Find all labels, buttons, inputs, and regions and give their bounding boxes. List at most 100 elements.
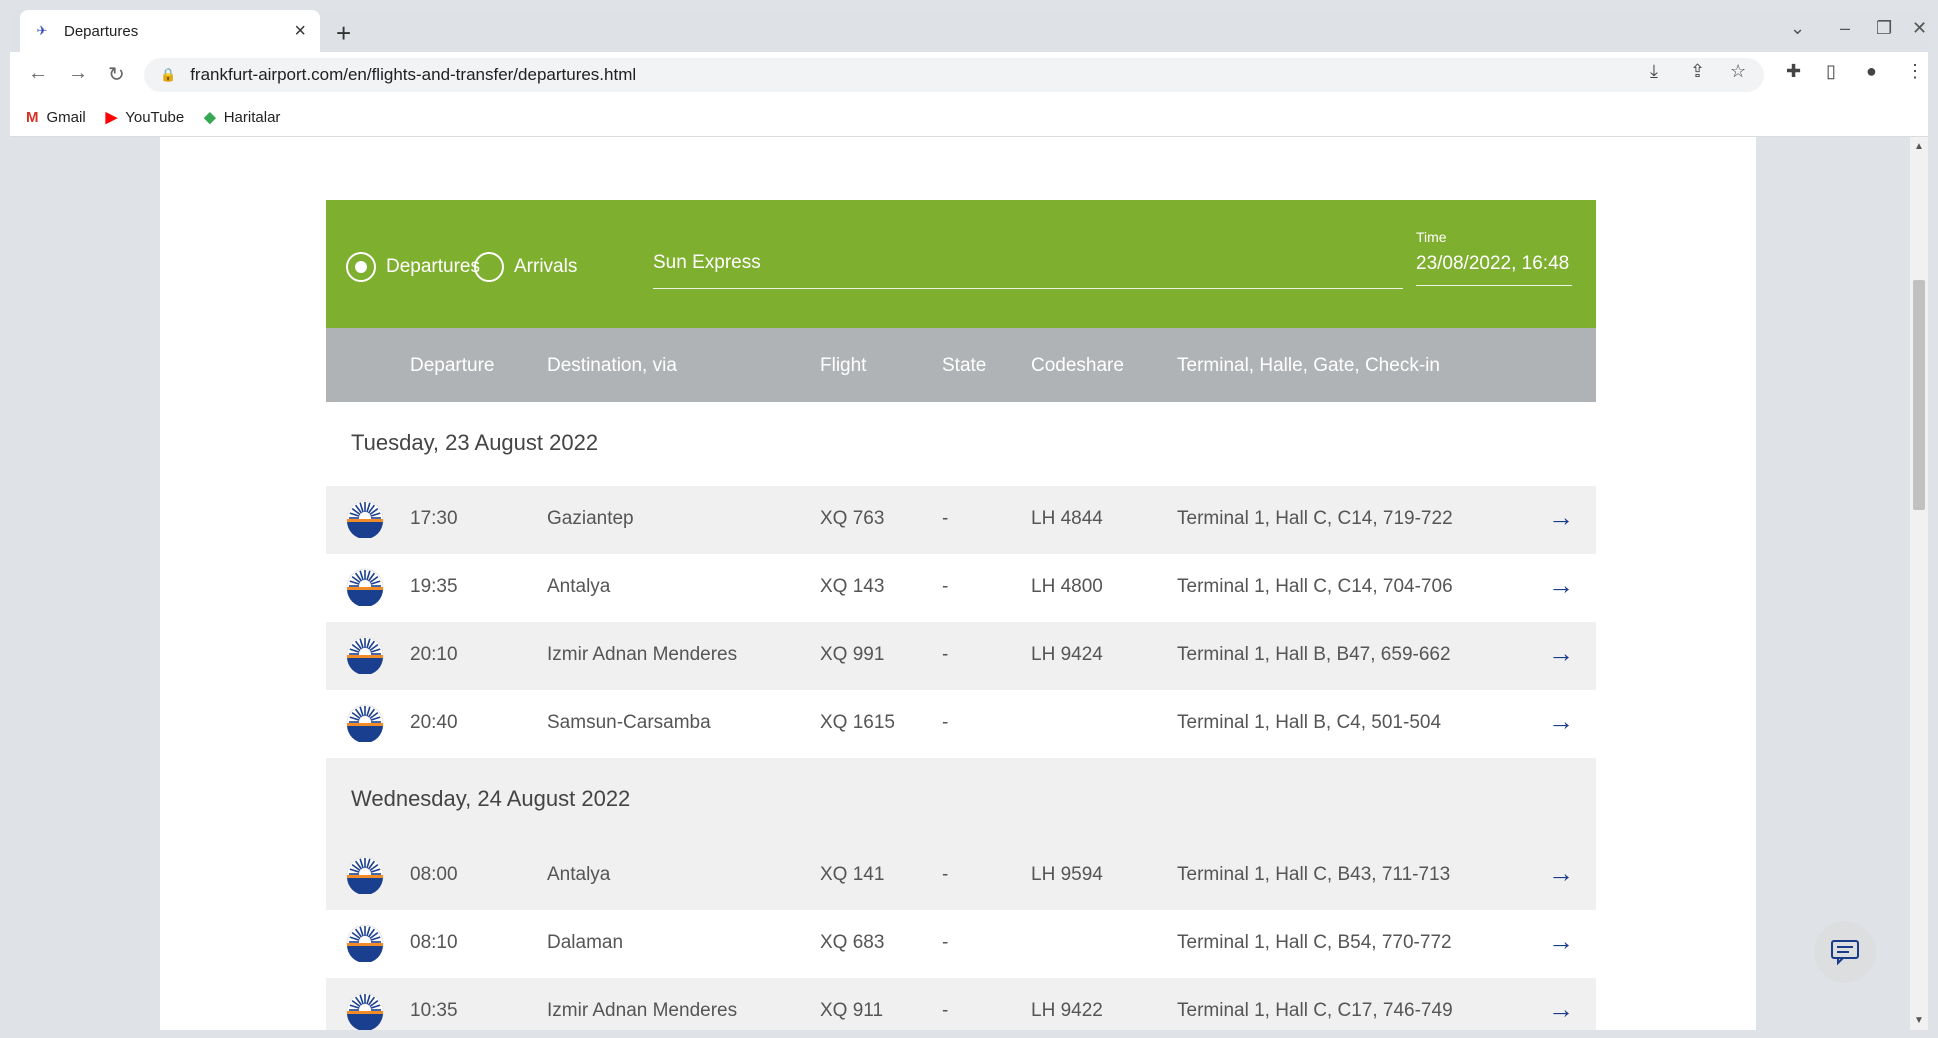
destination: Samsun-Carsamba: [547, 712, 711, 733]
col-departure[interactable]: Departure: [410, 355, 495, 377]
col-terminal[interactable]: Terminal, Halle, Gate, Check-in: [1177, 355, 1440, 377]
details-arrow-icon[interactable]: →: [1548, 570, 1574, 601]
flight-row[interactable]: 20:10 Izmir Adnan Menderes XQ 991 - LH 9424 T…: [326, 622, 1596, 690]
scroll-down-icon[interactable]: ▼: [1914, 1015, 1924, 1026]
col-destination[interactable]: Destination, via: [547, 355, 677, 377]
destination: Dalaman: [547, 932, 624, 953]
flight-row[interactable]: 08:10 Dalaman XQ 683 - Terminal 1, Hall C, B…: [326, 910, 1596, 978]
flight-number: XQ 763: [820, 508, 885, 529]
codeshare: LH 4800: [1031, 576, 1103, 597]
close-tab-icon[interactable]: ×: [294, 20, 306, 43]
departure-time: 08:00: [410, 864, 458, 885]
departure-time: 20:10: [410, 644, 458, 665]
tab-departures[interactable]: ✈ Departures ×: [20, 10, 320, 52]
scroll-up-icon[interactable]: ▲: [1914, 141, 1924, 152]
details-arrow-icon[interactable]: →: [1548, 926, 1574, 957]
bookmarks-bar: M Gmail ▶ YouTube ◆ Haritalar: [10, 98, 1928, 137]
page-content: Departures Arrivals Sun Express Time 23/…: [160, 137, 1876, 1030]
flight-number: XQ 143: [820, 576, 885, 597]
codeshare: LH 9424: [1031, 644, 1103, 665]
details-arrow-icon[interactable]: →: [1548, 706, 1574, 737]
bookmark-label: Haritalar: [223, 108, 281, 126]
profile-icon[interactable]: ●: [1866, 61, 1877, 82]
terminal-info: Terminal 1, Hall B, C4, 501-504: [1177, 712, 1442, 733]
maps-icon: ◆: [204, 109, 216, 126]
day-header: Tuesday, 23 August 2022: [326, 402, 1596, 486]
airline-logo-icon: [346, 568, 384, 607]
flight-number: XQ 991: [820, 644, 885, 665]
scrollbar-thumb[interactable]: [1913, 280, 1925, 510]
flight-state: -: [942, 864, 949, 885]
flight-list: Tuesday, 23 August 2022 17:30 Gaziantep XQ …: [326, 402, 1596, 1030]
minimize-icon[interactable]: –: [1840, 18, 1850, 39]
flight-state: -: [942, 932, 949, 953]
youtube-icon: ▶: [105, 109, 118, 126]
details-arrow-icon[interactable]: →: [1548, 858, 1574, 889]
departure-time: 19:35: [410, 576, 458, 597]
flight-row[interactable]: 19:35 Antalya XQ 143 - LH 4800 Terminal 1, Ha…: [326, 554, 1596, 622]
destination: Izmir Adnan Menderes: [547, 1000, 738, 1021]
arrivals-radio[interactable]: Arrivals: [474, 252, 577, 282]
flight-state: -: [942, 508, 949, 529]
side-panel-icon[interactable]: ▯: [1826, 61, 1836, 82]
bookmark-haritalar[interactable]: ◆ Haritalar: [204, 108, 281, 127]
flight-row[interactable]: 20:40 Samsun-Carsamba XQ 1615 - Terminal 1, …: [326, 690, 1596, 758]
departures-radio[interactable]: Departures: [346, 252, 480, 282]
codeshare: LH 4844: [1031, 508, 1103, 529]
details-arrow-icon[interactable]: →: [1548, 994, 1574, 1025]
forward-icon[interactable]: →: [68, 62, 88, 85]
flight-number: XQ 1615: [820, 712, 895, 733]
extensions-icon[interactable]: ✚: [1786, 61, 1801, 82]
terminal-info: Terminal 1, Hall C, C14, 719-722: [1177, 508, 1453, 529]
radio-checked-icon: [346, 252, 376, 282]
menu-icon[interactable]: ⋮: [1906, 61, 1924, 82]
flight-row[interactable]: 17:30 Gaziantep XQ 763 - LH 4844 Terminal 1, …: [326, 486, 1596, 554]
reload-icon[interactable]: ↻: [108, 62, 125, 87]
airline-search-input[interactable]: Sun Express: [653, 252, 1403, 289]
chat-button[interactable]: [1814, 921, 1876, 983]
details-arrow-icon[interactable]: →: [1548, 638, 1574, 669]
tab-title: Departures: [64, 22, 139, 40]
terminal-info: Terminal 1, Hall C, B54, 770-772: [1177, 932, 1452, 953]
day-header: Wednesday, 24 August 2022: [326, 758, 1596, 842]
bookmark-youtube[interactable]: ▶ YouTube: [105, 108, 185, 127]
filter-bar: Departures Arrivals Sun Express Time 23/…: [326, 200, 1596, 328]
flight-row[interactable]: 08:00 Antalya XQ 141 - LH 9594 Terminal 1, Ha…: [326, 842, 1596, 910]
flight-number: XQ 141: [820, 864, 885, 885]
destination: Antalya: [547, 864, 611, 885]
bookmark-star-icon[interactable]: ☆: [1730, 61, 1746, 82]
time-field[interactable]: Time 23/08/2022, 16:48: [1416, 229, 1572, 286]
details-arrow-icon[interactable]: →: [1548, 502, 1574, 533]
flight-state: -: [942, 644, 949, 665]
share-icon[interactable]: ⇪: [1690, 61, 1705, 82]
col-codeshare[interactable]: Codeshare: [1031, 355, 1124, 377]
close-window-icon[interactable]: ✕: [1912, 18, 1927, 39]
url-text: frankfurt-airport.com/en/flights-and-tra…: [190, 65, 637, 84]
bookmark-label: YouTube: [125, 108, 185, 126]
arrivals-radio-label: Arrivals: [514, 256, 578, 277]
scrollbar[interactable]: ▲ ▼: [1910, 137, 1928, 1030]
address-bar[interactable]: 🔒 frankfurt-airport.com/en/flights-and-t…: [144, 58, 1764, 92]
terminal-info: Terminal 1, Hall B, B47, 659-662: [1177, 644, 1451, 665]
restore-icon[interactable]: ❐: [1876, 18, 1892, 39]
install-icon[interactable]: ⤓: [1650, 61, 1658, 82]
terminal-info: Terminal 1, Hall C, B43, 711-713: [1177, 864, 1451, 885]
tab-search-icon[interactable]: ⌄: [1790, 18, 1805, 39]
destination: Izmir Adnan Menderes: [547, 644, 738, 665]
departure-time: 20:40: [410, 712, 458, 733]
flight-state: -: [942, 1000, 949, 1021]
airline-logo-icon: [346, 924, 384, 963]
back-icon[interactable]: ←: [28, 62, 48, 85]
toolbar: ← → ↻ 🔒 frankfurt-airport.com/en/flights…: [10, 52, 1928, 98]
lock-icon: 🔒: [160, 67, 177, 82]
browser-chrome: ✈ Departures × + ⌄ – ❐ ✕ ← → ↻ 🔒 frankfu…: [10, 10, 1928, 137]
bookmark-gmail[interactable]: M Gmail: [26, 109, 86, 126]
col-flight[interactable]: Flight: [820, 355, 866, 377]
departure-time: 08:10: [410, 932, 458, 953]
time-label: Time: [1416, 229, 1447, 245]
new-tab-icon[interactable]: +: [336, 18, 351, 49]
bookmark-label: Gmail: [46, 108, 86, 126]
departure-time: 10:35: [410, 1000, 458, 1021]
flight-row[interactable]: 10:35 Izmir Adnan Menderes XQ 911 - LH 9422 T…: [326, 978, 1596, 1030]
col-state[interactable]: State: [942, 355, 986, 377]
